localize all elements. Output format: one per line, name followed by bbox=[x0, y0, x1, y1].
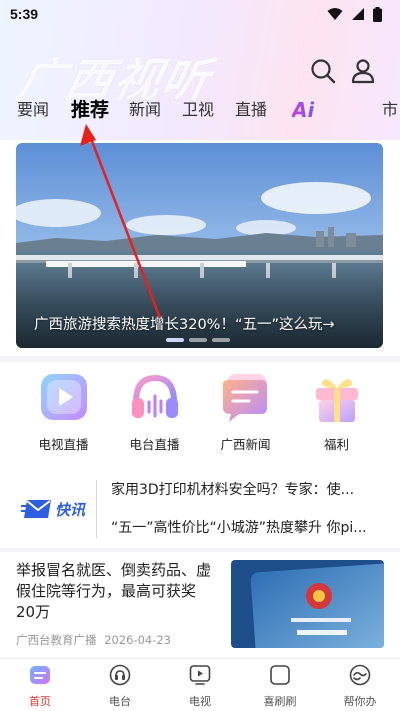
banner-dot[interactable] bbox=[212, 338, 230, 342]
tab-city[interactable]: 市 bbox=[382, 96, 398, 120]
social-security-card-image bbox=[231, 560, 384, 648]
wifi-icon bbox=[327, 8, 343, 20]
bottom-nav-label: 首页 bbox=[29, 695, 51, 708]
article-source: 广西台教育广播 bbox=[16, 633, 97, 647]
article-title: 举报冒名就医、倒卖药品、虚假住院等行为，最高可获奖20万 bbox=[16, 561, 212, 621]
banner-caption: 广西旅游搜索热度增长320%！“五一”这么玩→ bbox=[34, 317, 335, 333]
header-actions bbox=[310, 58, 376, 84]
quick-link-radio-live[interactable]: 电台直播 bbox=[120, 368, 190, 460]
bottom-nav-label: 电台 bbox=[109, 695, 131, 708]
banner-dot[interactable] bbox=[166, 338, 184, 342]
quick-link-tv-live[interactable]: 电视直播 bbox=[29, 368, 99, 460]
gift-icon bbox=[315, 379, 358, 422]
news-chat-icon bbox=[222, 374, 267, 422]
flash-news-item[interactable]: “五一”高性价比“小城游”热度攀升 你pi... bbox=[111, 516, 400, 540]
tab-live[interactable]: 直播 bbox=[235, 96, 267, 120]
bottom-nav-label: 电视 bbox=[189, 695, 211, 708]
tab-satellite-tv[interactable]: 卫视 bbox=[182, 96, 214, 120]
quick-link-welfare[interactable]: 福利 bbox=[302, 368, 372, 460]
tab-recommended[interactable]: 推荐 bbox=[71, 95, 109, 122]
bottom-nav-label: 喜刷刷 bbox=[263, 695, 297, 708]
flash-news-label: 快讯 bbox=[54, 500, 85, 519]
radio-icon bbox=[109, 664, 131, 686]
bottom-nav-home[interactable]: 首页 bbox=[0, 659, 80, 711]
bottom-nav-label: 帮你办 bbox=[343, 695, 377, 708]
tab-ai[interactable]: Ai bbox=[292, 98, 314, 122]
tv-icon bbox=[189, 665, 211, 685]
article-thumbnail bbox=[231, 560, 384, 648]
channel-tabs: 要闻 推荐 新闻 卫视 直播 Ai 市 bbox=[0, 96, 400, 126]
signal-icon bbox=[352, 8, 364, 20]
bottom-nav-radio[interactable]: 电台 bbox=[80, 659, 160, 711]
flash-news-list: 家用3D打印机材料安全吗？专家：使... “五一”高性价比“小城游”热度攀升 你… bbox=[97, 478, 400, 540]
section-divider bbox=[0, 356, 400, 362]
home-icon bbox=[30, 666, 50, 684]
quick-link-label: 福利 bbox=[323, 437, 349, 452]
flash-news-item[interactable]: 家用3D打印机材料安全吗？专家：使... bbox=[111, 478, 400, 502]
quick-link-guangxi-news[interactable]: 广西新闻 bbox=[211, 368, 281, 460]
envelope-icon bbox=[20, 500, 51, 518]
status-time: 5:39 bbox=[10, 6, 39, 22]
user-profile-icon[interactable] bbox=[350, 58, 376, 84]
status-bar: 5:39 bbox=[0, 0, 400, 28]
headphones-icon bbox=[131, 374, 178, 418]
flash-news-logo: 快讯 bbox=[0, 478, 96, 540]
section-divider bbox=[0, 548, 400, 552]
article-date: 2026-04-23 bbox=[104, 633, 171, 647]
quick-link-label: 广西新闻 bbox=[220, 437, 271, 452]
banner-dot[interactable] bbox=[189, 338, 207, 342]
tab-yaowen[interactable]: 要闻 bbox=[17, 96, 49, 120]
tab-news[interactable]: 新闻 bbox=[129, 96, 161, 120]
bottom-nav-tv[interactable]: 电视 bbox=[160, 659, 240, 711]
search-icon[interactable] bbox=[310, 58, 336, 84]
tv-play-icon bbox=[40, 374, 87, 420]
bottom-nav-video-feed[interactable]: 喜刷刷 bbox=[240, 659, 320, 711]
brand-logo: 广西视听 bbox=[12, 53, 217, 107]
video-feed-icon bbox=[270, 665, 290, 685]
bottom-nav-service[interactable]: 帮你办 bbox=[320, 659, 400, 711]
article-meta: 广西台教育广播 2026-04-23 bbox=[16, 632, 171, 648]
quick-link-label: 电台直播 bbox=[129, 437, 180, 452]
banner-carousel[interactable]: 广西旅游搜索热度增长320%！“五一”这么玩→ bbox=[16, 143, 383, 348]
status-icons bbox=[327, 6, 382, 22]
quick-links: 电视直播 电台直播 广西新闻 福利 bbox=[0, 368, 400, 460]
banner-pagination bbox=[166, 338, 230, 342]
service-icon bbox=[349, 664, 371, 686]
quick-link-label: 电视直播 bbox=[38, 437, 89, 452]
flash-news: 快讯 家用3D打印机材料安全吗？专家：使... “五一”高性价比“小城游”热度攀… bbox=[0, 478, 400, 540]
battery-icon bbox=[373, 6, 382, 22]
bottom-navigation: 首页 电台 电视 喜刷刷 帮你办 bbox=[0, 658, 400, 711]
article-card[interactable]: 举报冒名就医、倒卖药品、虚假住院等行为，最高可获奖20万 广西台教育广播 202… bbox=[16, 560, 384, 652]
